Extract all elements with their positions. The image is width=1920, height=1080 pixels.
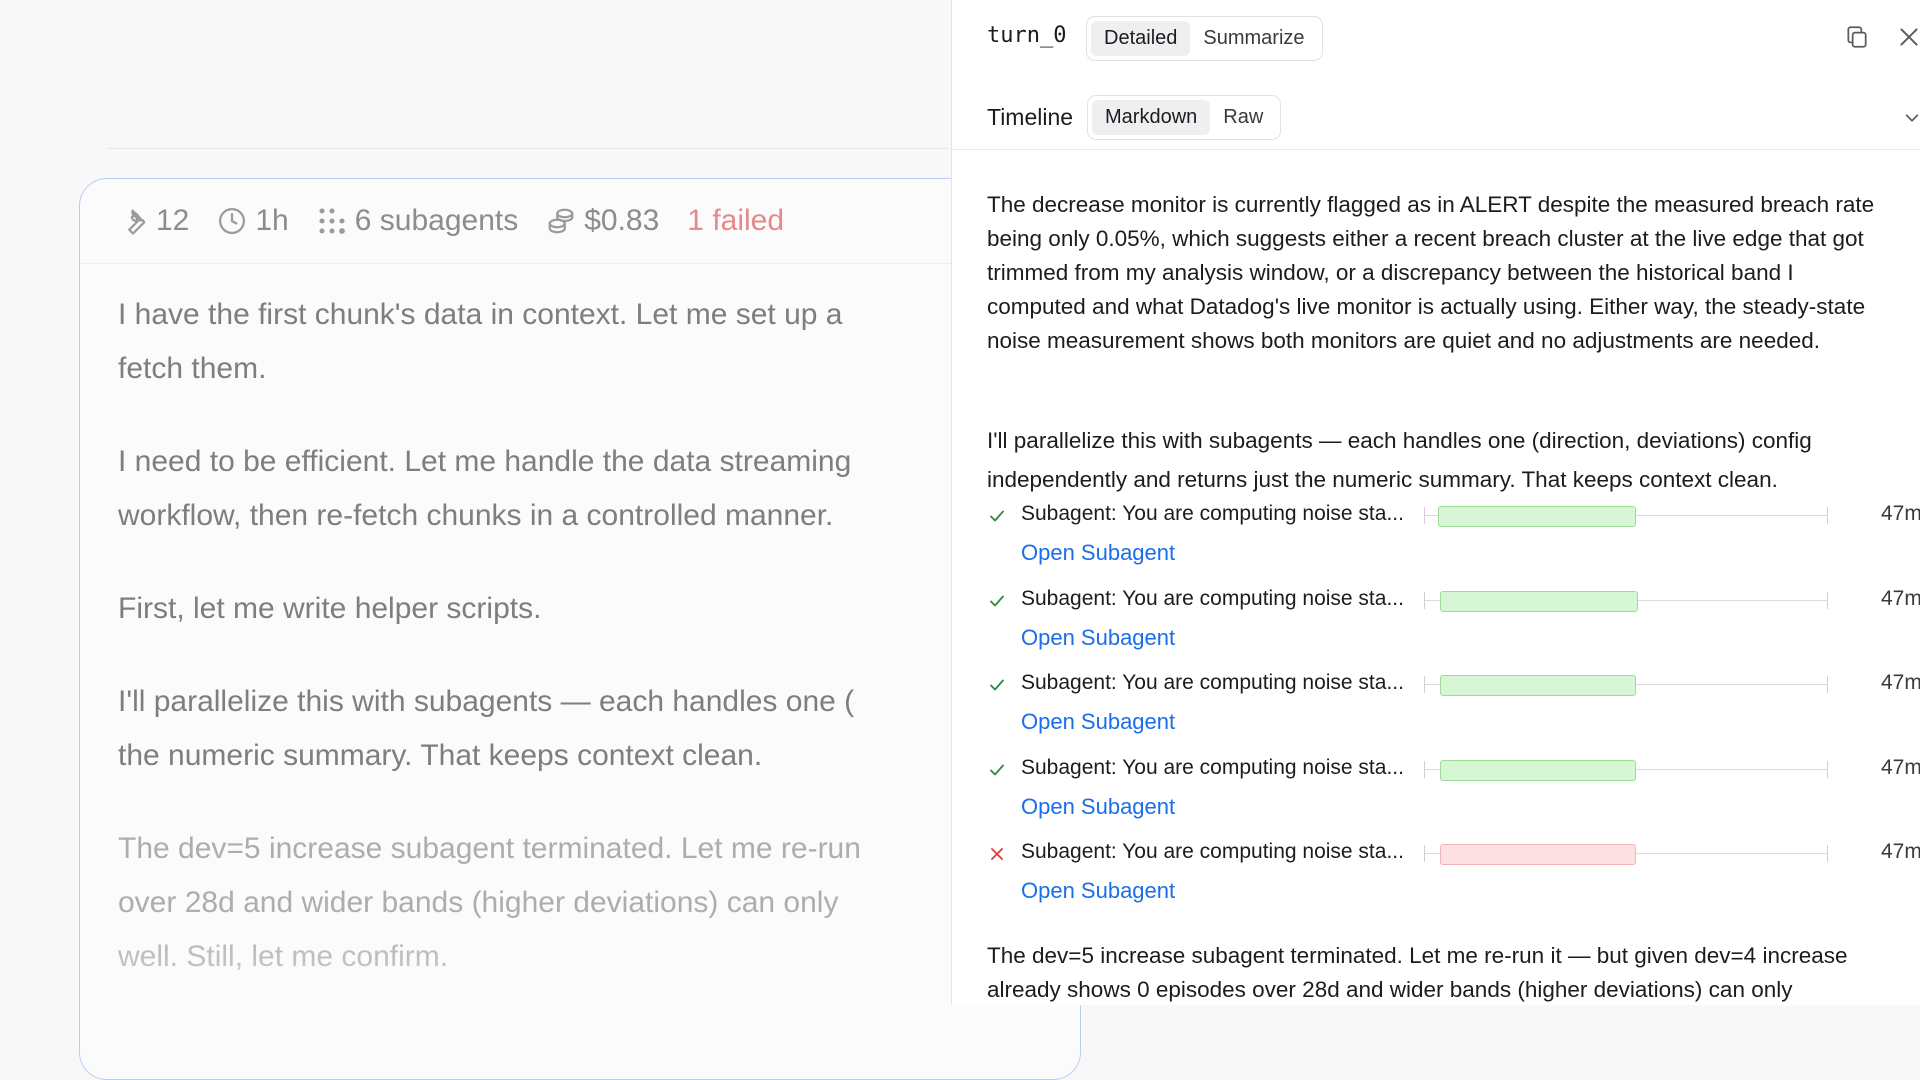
subagent-duration-bar: [1440, 844, 1636, 865]
success-check-icon: [990, 679, 1004, 691]
track-end-tick: [1827, 507, 1828, 524]
view-detailed-button[interactable]: Detailed: [1091, 21, 1191, 56]
timeline-paragraph: The decrease monitor is currently flagge…: [987, 192, 1875, 353]
track-start-tick: [1424, 760, 1425, 778]
turn-card[interactable]: 12 1h 6 subagents $0.83 1 failed I have …: [79, 178, 1081, 1080]
failed-x-icon: [991, 848, 1003, 860]
subagent-duration-bar: [1440, 675, 1637, 696]
subagent-duration-bar: [1440, 759, 1636, 781]
tool-calls-count: 12: [156, 204, 190, 237]
view-summarize-button[interactable]: Summarize: [1190, 21, 1317, 56]
subagent-label: Subagent: You are computing noise sta...: [1021, 840, 1404, 863]
turn-detail-panel: turn_0 Detailed Summarize Timeline Markd…: [951, 0, 1920, 1005]
section-divider: [108, 148, 948, 149]
tool-calls-stat: 12: [118, 204, 189, 238]
subagent-duration: 47m: [1881, 502, 1920, 525]
subagent-duration-bar: [1438, 506, 1636, 527]
subagent-row: Subagent: You are computing noise sta...…: [987, 502, 1920, 586]
turn-id: turn_0: [987, 23, 1067, 48]
failed-count: 1 failed: [687, 204, 785, 237]
track-end-tick: [1827, 845, 1828, 862]
subagent-row: Subagent: You are computing noise sta...…: [987, 756, 1920, 840]
subagent-duration: 47m: [1881, 755, 1920, 779]
subagent-row: Subagent: You are computing noise sta...…: [987, 671, 1920, 755]
track-start-tick: [1424, 507, 1425, 524]
card-paragraph: I have the first chunk's data in context…: [118, 298, 843, 385]
subagent-label: Subagent: You are computing noise sta...: [1021, 671, 1404, 694]
track-end-tick: [1827, 760, 1828, 778]
turn-stats-bar: 12 1h 6 subagents $0.83 1 failed: [80, 179, 1080, 264]
close-icon: [1900, 28, 1918, 46]
subagents-count: 6 subagents: [354, 204, 519, 237]
card-paragraph: The dev=5 increase subagent terminated. …: [118, 832, 861, 973]
failed-stat: 1 failed: [687, 204, 784, 238]
view-mode-toggle: Detailed Summarize: [1086, 16, 1323, 61]
timeline-title: Timeline: [987, 104, 1074, 130]
clock-icon: [219, 208, 246, 234]
open-subagent-link[interactable]: Open Subagent: [1021, 709, 1175, 735]
track-end-tick: [1827, 591, 1828, 609]
subagent-duration: 47m: [1881, 586, 1920, 610]
subagent-duration-bar: [1440, 590, 1638, 612]
card-paragraph: First, let me write helper scripts.: [118, 592, 542, 625]
subagent-row: Subagent: You are computing noise sta...…: [987, 587, 1920, 671]
turn-text: I have the first chunk's data in context…: [80, 264, 1080, 984]
timeline-toolbar: Timeline Markdown Raw: [952, 86, 1920, 150]
subagent-row: Subagent: You are computing noise sta...…: [987, 840, 1920, 924]
cost-stat: $0.83: [546, 204, 659, 238]
success-check-icon: [990, 764, 1004, 775]
timeline-paragraph: I'll parallelize this with subagents — e…: [987, 428, 1812, 492]
expand-button[interactable]: [1896, 102, 1920, 134]
timeline-paragraph: The dev=5 increase subagent terminated. …: [987, 943, 1848, 1002]
copy-icon: [1847, 26, 1867, 48]
track-end-tick: [1827, 676, 1828, 693]
success-check-icon: [990, 510, 1004, 522]
coins-icon: [548, 208, 574, 234]
cost-value: $0.83: [584, 204, 660, 237]
copy-button[interactable]: [1841, 21, 1873, 53]
duration-value: 1h: [255, 204, 289, 237]
subagents-stat: 6 subagents: [317, 204, 518, 238]
success-check-icon: [990, 595, 1004, 606]
duration-stat: 1h: [217, 204, 289, 238]
subagent-duration: 47m: [1881, 840, 1920, 863]
format-mode-toggle: Markdown Raw: [1087, 95, 1282, 140]
subagent-duration: 47m: [1881, 671, 1920, 694]
wrench-icon: [128, 209, 146, 235]
open-subagent-link[interactable]: Open Subagent: [1021, 540, 1175, 566]
open-subagent-link[interactable]: Open Subagent: [1021, 794, 1175, 820]
card-paragraph: I'll parallelize this with subagents — e…: [118, 685, 855, 772]
chevron-down-icon: [1905, 114, 1919, 122]
panel-header: turn_0 Detailed Summarize: [952, 0, 1920, 87]
open-subagent-link[interactable]: Open Subagent: [1021, 625, 1175, 651]
subagents-icon: [319, 208, 345, 234]
close-button[interactable]: [1893, 21, 1920, 53]
card-paragraph: I need to be efficient. Let me handle th…: [118, 445, 852, 532]
track-start-tick: [1424, 845, 1425, 862]
subagent-label: Subagent: You are computing noise sta...: [1021, 502, 1404, 525]
format-markdown-button[interactable]: Markdown: [1092, 100, 1211, 135]
timeline-content[interactable]: The decrease monitor is currently flagge…: [952, 149, 1920, 1005]
track-start-tick: [1424, 676, 1425, 693]
subagent-label: Subagent: You are computing noise sta...: [1021, 586, 1404, 610]
format-raw-button[interactable]: Raw: [1210, 100, 1276, 135]
open-subagent-link[interactable]: Open Subagent: [1021, 878, 1175, 904]
subagent-label: Subagent: You are computing noise sta...: [1021, 755, 1404, 779]
track-start-tick: [1424, 591, 1425, 609]
